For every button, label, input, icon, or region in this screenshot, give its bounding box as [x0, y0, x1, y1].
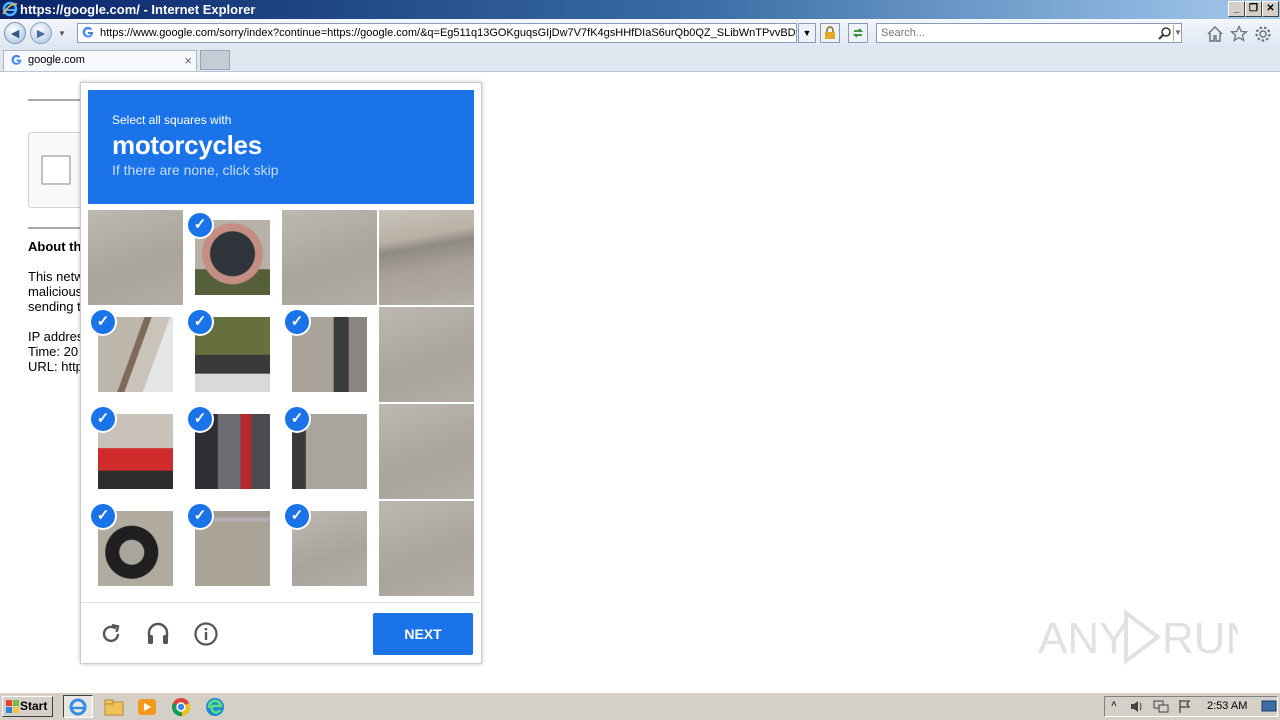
url-line: URL: http	[28, 359, 83, 374]
instruction-text: Select all squares with	[112, 113, 232, 127]
forward-icon[interactable]: ►	[30, 22, 52, 44]
about-heading: About th	[28, 239, 82, 254]
google-favicon-icon	[11, 54, 22, 65]
windows-flag-icon	[6, 700, 19, 713]
captcha-tile[interactable]	[379, 210, 474, 305]
window-title-bar: https://google.com/ - Internet Explorer …	[0, 0, 1280, 19]
svg-text:RUN: RUN	[1162, 614, 1238, 663]
checkmark-icon: ✓	[91, 407, 115, 431]
chrome-icon[interactable]	[170, 696, 192, 718]
window-title: https://google.com/ - Internet Explorer	[20, 2, 256, 17]
internet-explorer-icon	[2, 1, 18, 17]
challenge-footer: NEXT	[81, 602, 481, 664]
divider	[28, 99, 88, 101]
checkmark-icon: ✓	[188, 504, 212, 528]
challenge-header: Select all squares with motorcycles If t…	[88, 90, 474, 204]
file-explorer-icon[interactable]	[103, 696, 125, 718]
search-dropdown-icon[interactable]: ▼	[1173, 25, 1183, 41]
tile-image	[379, 210, 474, 305]
address-bar[interactable]: https://www.google.com/sorry/index?conti…	[77, 23, 797, 43]
refresh-icon[interactable]	[848, 23, 868, 43]
tile-image	[379, 307, 474, 402]
skip-hint: If there are none, click skip	[112, 162, 279, 178]
address-url: https://www.google.com/sorry/index?conti…	[100, 27, 797, 39]
search-input[interactable]	[881, 26, 1151, 40]
ip-address-line: IP addres	[28, 329, 84, 344]
reload-icon[interactable]	[98, 621, 124, 647]
checkmark-icon: ✓	[285, 310, 309, 334]
divider	[28, 227, 88, 229]
next-button[interactable]: NEXT	[373, 613, 473, 655]
address-dropdown-icon[interactable]: ▼	[798, 23, 816, 43]
action-center-flag-icon[interactable]	[1177, 699, 1193, 714]
tab-google[interactable]: google.com ×	[3, 50, 197, 71]
captcha-tile[interactable]	[379, 307, 474, 402]
minimize-button[interactable]: _	[1228, 1, 1245, 17]
captcha-tile[interactable]	[88, 210, 183, 305]
taskbar-active-app[interactable]	[63, 695, 93, 718]
tab-close-icon[interactable]: ×	[184, 51, 192, 70]
recaptcha-checkbox[interactable]	[41, 155, 71, 185]
tile-image	[379, 404, 474, 499]
info-text-line: malicious	[28, 284, 83, 299]
internet-explorer-icon	[69, 698, 87, 716]
back-icon[interactable]: ◄	[4, 22, 26, 44]
clock: 2:53 AM	[1207, 700, 1248, 712]
google-favicon-icon	[82, 26, 94, 38]
checkmark-icon: ✓	[91, 504, 115, 528]
lock-icon[interactable]	[820, 23, 840, 43]
captcha-tile[interactable]	[379, 501, 474, 596]
checkmark-icon: ✓	[188, 310, 212, 334]
show-hidden-icons-icon[interactable]: ˄	[1111, 699, 1117, 710]
info-text-line: sending t	[28, 299, 81, 314]
tile-image	[379, 501, 474, 596]
target-object: motorcycles	[112, 130, 262, 160]
captcha-tile[interactable]	[282, 210, 377, 305]
checkmark-icon: ✓	[285, 504, 309, 528]
edge-icon[interactable]	[204, 696, 226, 718]
recaptcha-challenge: Select all squares with motorcycles If t…	[80, 82, 482, 664]
captcha-tile[interactable]	[379, 404, 474, 499]
checkmark-icon: ✓	[188, 213, 212, 237]
navigation-bar: ◄ ► ▼ https://www.google.com/sorry/index…	[0, 19, 1280, 48]
tile-image	[282, 210, 377, 305]
search-icon[interactable]	[1158, 26, 1172, 40]
system-tray: ˄ 2:53 AM	[1104, 696, 1278, 717]
info-text-line: This netw	[28, 269, 84, 284]
svg-text:ANY: ANY	[1038, 614, 1128, 663]
network-icon[interactable]	[1153, 699, 1169, 714]
restore-button[interactable]: ❐	[1245, 1, 1262, 17]
image-grid: ✓ ✓ ✓ ✓ ✓ ✓ ✓ ✓ ✓ ✓	[88, 210, 474, 596]
info-icon[interactable]	[193, 621, 219, 647]
taskbar: Start ˄ 2:53 AM	[0, 692, 1280, 720]
favorites-star-icon[interactable]	[1230, 25, 1248, 43]
checkmark-icon: ✓	[188, 407, 212, 431]
home-icon[interactable]	[1206, 25, 1224, 43]
time-line: Time: 20	[28, 344, 79, 359]
checkmark-icon: ✓	[285, 407, 309, 431]
tab-bar: google.com ×	[0, 48, 1280, 72]
start-label: Start	[20, 699, 48, 713]
media-player-icon[interactable]	[136, 696, 158, 718]
new-tab-button[interactable]	[200, 50, 230, 70]
anyrun-watermark-logo: ANY RUN	[1038, 609, 1238, 665]
close-window-button[interactable]: ✕	[1262, 1, 1279, 17]
start-button[interactable]: Start	[2, 696, 53, 717]
settings-gear-icon[interactable]	[1254, 25, 1272, 43]
search-box[interactable]: ▼	[876, 23, 1182, 43]
show-desktop-icon[interactable]	[1261, 699, 1277, 714]
checkmark-icon: ✓	[91, 310, 115, 334]
tile-image	[88, 210, 183, 305]
history-dropdown-icon[interactable]: ▼	[58, 29, 66, 38]
volume-icon[interactable]	[1129, 699, 1145, 714]
tab-label: google.com	[28, 54, 85, 66]
audio-headphones-icon[interactable]	[145, 621, 171, 647]
